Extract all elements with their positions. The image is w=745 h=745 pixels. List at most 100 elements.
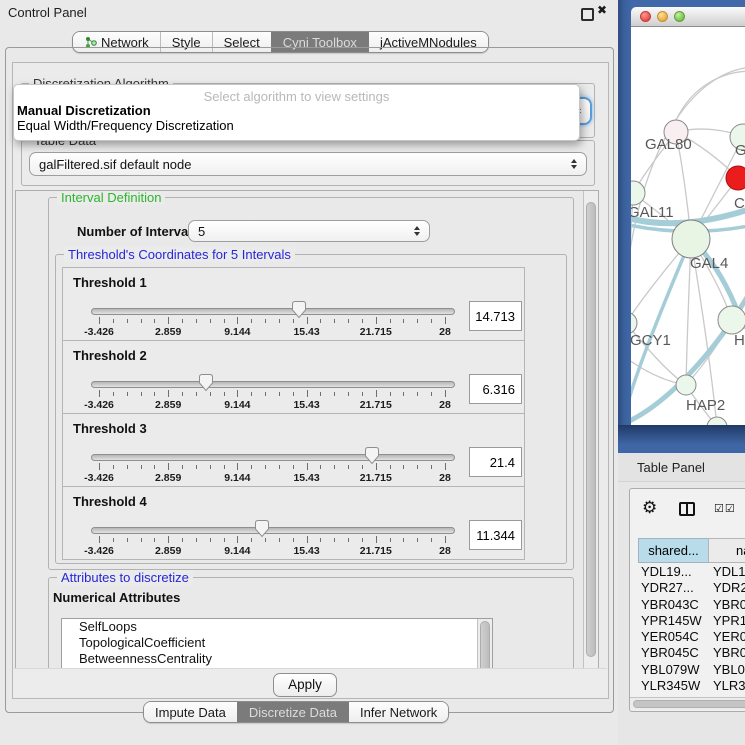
column-header-name[interactable]: name: [708, 538, 745, 563]
tick-label: 28: [423, 472, 467, 484]
tick-mark: [141, 392, 142, 396]
tick-mark: [265, 392, 266, 396]
table-panel-body: ⚙ ☑☑ shared... name YDL19...YDL1YDR27...…: [629, 488, 745, 712]
tick-mark: [182, 538, 183, 542]
gear-icon[interactable]: ⚙: [642, 498, 657, 518]
tick-mark: [320, 319, 321, 323]
threshold-value-field[interactable]: [469, 447, 522, 477]
tick-label: 15.43: [285, 399, 329, 411]
dropdown-item-manual-discretization[interactable]: Manual Discretization: [17, 103, 151, 118]
network-edge[interactable]: [676, 71, 745, 120]
slider-thumb[interactable]: [364, 446, 380, 465]
columns-icon[interactable]: [679, 502, 695, 516]
cell-name: YER0: [713, 629, 745, 644]
tick-mark: [182, 392, 183, 396]
settings-scrollbar-thumb[interactable]: [586, 202, 596, 657]
tab-infer-network[interactable]: Infer Network: [348, 702, 448, 722]
table-h-scrollbar[interactable]: [630, 697, 745, 710]
network-node-c[interactable]: [726, 166, 745, 190]
slider-thumb[interactable]: [291, 300, 307, 319]
threshold-row: Threshold 2 -3.4262.8599.14415.4321.7152…: [62, 340, 525, 414]
table-row[interactable]: YBR043CYBR0: [630, 597, 745, 613]
list-scrollbar[interactable]: [477, 619, 492, 670]
table-row[interactable]: YBR045CYBR0: [630, 645, 745, 661]
checkboxes-icon[interactable]: ☑☑: [714, 502, 736, 515]
table-row[interactable]: YLR345WYLR3: [630, 678, 745, 694]
tick-mark: [113, 319, 114, 323]
network-window-titlebar[interactable]: [631, 7, 745, 27]
column-header-shared-name[interactable]: shared...: [638, 538, 709, 563]
attribute-list-item[interactable]: BetweennessCentrality: [62, 651, 492, 667]
tab-discretize-data[interactable]: Discretize Data: [237, 702, 348, 722]
dropdown-hint: Select algorithm to view settings: [14, 89, 579, 104]
tick-label: 28: [423, 326, 467, 338]
tick-mark: [307, 463, 308, 470]
close-traffic-light-icon[interactable]: [640, 11, 651, 22]
apply-button[interactable]: Apply: [273, 673, 337, 697]
maximize-traffic-light-icon[interactable]: [674, 11, 685, 22]
desktop-shadow: [618, 425, 745, 453]
network-canvas[interactable]: GAL80GACGAL11GAL4GCY1HHAP2: [631, 27, 745, 425]
threshold-label: Threshold 3: [73, 421, 147, 436]
table-rows: YDL19...YDL1YDR27...YDR2YBR043CYBR0YPR14…: [630, 564, 745, 711]
tick-mark: [417, 538, 418, 542]
list-scrollbar-thumb[interactable]: [480, 621, 490, 670]
tick-mark: [307, 317, 308, 324]
table-row[interactable]: YPR145WYPR1: [630, 613, 745, 629]
settings-scrollbar[interactable]: [583, 191, 598, 669]
threshold-value-field[interactable]: [469, 520, 522, 550]
network-node-label: GAL11: [631, 204, 674, 221]
network-edge-thick[interactable]: [631, 239, 691, 399]
tick-mark: [196, 465, 197, 469]
combo-value: 5: [198, 224, 205, 239]
network-node-gal4[interactable]: [672, 220, 710, 258]
tick-mark: [210, 465, 211, 469]
table-row[interactable]: YBL079WYBL0: [630, 662, 745, 678]
minimize-traffic-light-icon[interactable]: [657, 11, 668, 22]
tick-mark: [168, 317, 169, 324]
numerical-attributes-label: Numerical Attributes: [53, 590, 180, 605]
tick-label: 15.43: [285, 545, 329, 557]
network-node-label: H: [734, 332, 745, 349]
tab-impute-data[interactable]: Impute Data: [144, 702, 237, 722]
slider-track[interactable]: [91, 308, 455, 315]
attribute-list[interactable]: SelfLoopsTopologicalCoefficientBetweenne…: [61, 618, 493, 670]
slider-track[interactable]: [91, 381, 455, 388]
table-row[interactable]: YDR27...YDR2: [630, 580, 745, 596]
cell-shared-name: YBR043C: [641, 597, 699, 612]
close-icon[interactable]: ✖: [597, 3, 607, 17]
tick-mark: [279, 319, 280, 323]
tick-mark: [224, 538, 225, 542]
dropdown-item-equal-width-frequency[interactable]: Equal Width/Frequency Discretization: [17, 118, 234, 133]
table-data-combo[interactable]: galFiltered.sif default node: [29, 152, 587, 176]
slider-track[interactable]: [91, 527, 455, 534]
network-node-gcy1[interactable]: [631, 312, 637, 334]
number-of-intervals-combo[interactable]: 5: [188, 220, 430, 242]
table-h-scrollbar-thumb[interactable]: [633, 700, 745, 708]
threshold-value-field[interactable]: [469, 374, 522, 404]
attribute-list-item[interactable]: SelfLoops: [62, 619, 492, 635]
tick-mark: [403, 538, 404, 542]
threshold-value-field[interactable]: [469, 301, 522, 331]
table-row[interactable]: YDL19...YDL1: [630, 564, 745, 580]
tick-mark: [293, 538, 294, 542]
cell-shared-name: YDL19...: [641, 564, 692, 579]
tick-mark: [237, 463, 238, 470]
attribute-list-item[interactable]: TopologicalCoefficient: [62, 635, 492, 651]
slider-track[interactable]: [91, 454, 455, 461]
tick-mark: [154, 392, 155, 396]
cyni-panel: Discretization Algorithm Table Data galF…: [12, 62, 609, 699]
table-row[interactable]: YER054CYER0: [630, 629, 745, 645]
network-node-hap2[interactable]: [676, 375, 696, 395]
tick-mark: [196, 392, 197, 396]
tick-mark: [403, 392, 404, 396]
group-title: Interval Definition: [57, 190, 165, 205]
tick-mark: [182, 319, 183, 323]
network-node-gal11[interactable]: [631, 181, 645, 205]
slider-thumb[interactable]: [254, 519, 270, 538]
cell-shared-name: YPR145W: [641, 613, 702, 628]
float-window-icon[interactable]: [581, 8, 594, 21]
tick-mark: [113, 392, 114, 396]
network-node-h[interactable]: [718, 306, 745, 334]
slider-thumb[interactable]: [198, 373, 214, 392]
